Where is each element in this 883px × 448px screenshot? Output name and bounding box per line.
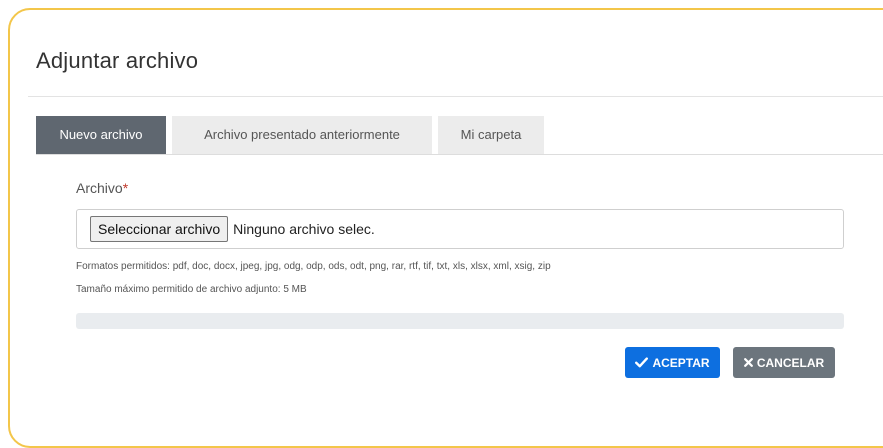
archivo-field-label: Archivo* [76, 180, 128, 196]
required-mark: * [122, 180, 129, 196]
cancel-button-label: CANCELAR [756, 355, 825, 370]
x-icon [743, 358, 753, 367]
max-size-hint: Tamaño máximo permitido de archivo adjun… [76, 284, 307, 295]
file-status-text: Ninguno archivo selec. [233, 221, 375, 237]
tab-archivo-presentado-anteriormente[interactable]: Archivo presentado anteriormente [172, 116, 432, 154]
check-icon [635, 357, 649, 368]
accept-button-label: ACEPTAR [652, 355, 710, 370]
cancel-button[interactable]: CANCELAR [733, 347, 835, 378]
archivo-label-text: Archivo [76, 180, 123, 196]
upload-progress-bar [76, 313, 844, 329]
tabs-divider [36, 154, 883, 155]
tab-bar: Nuevo archivo Archivo presentado anterio… [36, 116, 544, 154]
dialog-title: Adjuntar archivo [36, 48, 199, 73]
tab-mi-carpeta[interactable]: Mi carpeta [438, 116, 544, 154]
file-input[interactable]: Seleccionar archivo Ninguno archivo sele… [76, 209, 844, 249]
select-file-button[interactable]: Seleccionar archivo [90, 216, 229, 242]
title-divider [28, 96, 883, 97]
allowed-formats-hint: Formatos permitidos: pdf, doc, docx, jpe… [76, 261, 551, 272]
accept-button[interactable]: ACEPTAR [625, 347, 720, 378]
tab-nuevo-archivo[interactable]: Nuevo archivo [36, 116, 166, 154]
